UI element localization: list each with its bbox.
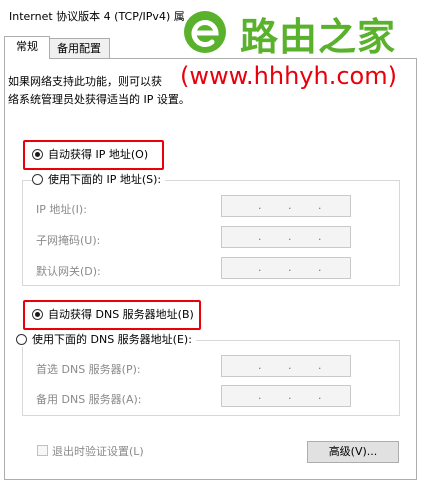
dns-manual-label: 使用下面的 DNS 服务器地址(E):: [32, 333, 192, 346]
tab-alternate-config[interactable]: 备用配置: [48, 38, 110, 59]
dns-auto-label: 自动获得 DNS 服务器地址(B): [48, 308, 194, 321]
subnet-mask-label: 子网掩码(U):: [36, 234, 101, 247]
default-gateway-label: 默认网关(D):: [36, 265, 101, 278]
preferred-dns-label: 首选 DNS 服务器(P):: [36, 363, 141, 376]
dns-manual-radio[interactable]: 使用下面的 DNS 服务器地址(E):: [16, 331, 196, 347]
subnet-mask-input[interactable]: ...: [221, 226, 351, 248]
preferred-dns-input[interactable]: ...: [221, 355, 351, 377]
ip-auto-label: 自动获得 IP 地址(O): [48, 148, 149, 161]
ip-address-input[interactable]: ...: [221, 195, 351, 217]
radio-checked-icon: [32, 308, 43, 320]
router-logo-icon: [184, 11, 226, 53]
alternate-dns-input[interactable]: ...: [221, 385, 351, 407]
ip-address-label: IP 地址(I):: [36, 203, 87, 216]
watermark-url: (www.hhhyh.com): [180, 62, 397, 90]
dns-auto-radio[interactable]: 自动获得 DNS 服务器地址(B): [32, 306, 194, 322]
validate-label: 退出时验证设置(L): [52, 445, 144, 458]
default-gateway-input[interactable]: ...: [221, 257, 351, 279]
window-title: Internet 协议版本 4 (TCP/IPv4) 属: [9, 10, 185, 23]
watermark-brand: 路由之家: [240, 15, 397, 59]
advanced-button[interactable]: 高级(V)...: [307, 441, 399, 463]
radio-unchecked-icon: [16, 333, 27, 345]
ip-auto-radio[interactable]: 自动获得 IP 地址(O): [32, 146, 148, 162]
alternate-dns-label: 备用 DNS 服务器(A):: [36, 393, 142, 406]
tab-general[interactable]: 常规: [4, 36, 50, 59]
ip-manual-label: 使用下面的 IP 地址(S):: [48, 173, 162, 186]
ip-manual-radio[interactable]: 使用下面的 IP 地址(S):: [32, 171, 166, 187]
radio-checked-icon: [32, 148, 43, 160]
description-line-2: 络系统管理员处获得适当的 IP 设置。: [8, 93, 190, 106]
validate-checkbox[interactable]: [37, 445, 48, 456]
radio-unchecked-icon: [32, 173, 43, 185]
